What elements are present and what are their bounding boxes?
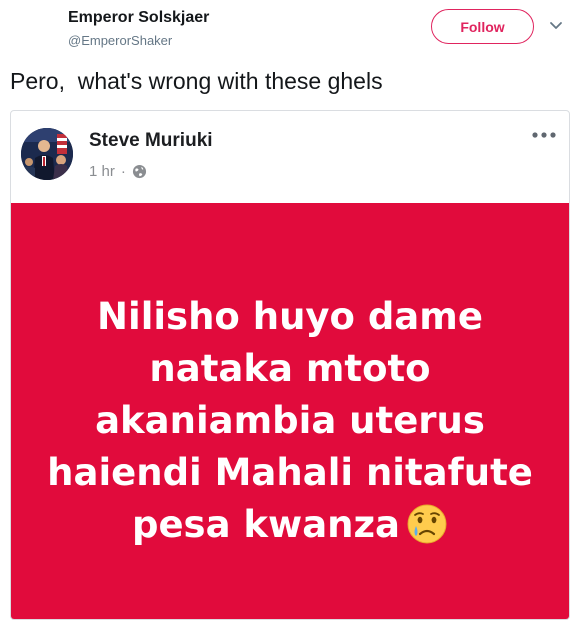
post-line: nataka mtoto: [149, 346, 431, 390]
embedded-facebook-post[interactable]: Steve Muriuki 1 hr · Nilisho huyo dame n…: [10, 110, 570, 620]
post-line: Nilisho huyo dame: [97, 294, 483, 338]
chevron-down-icon[interactable]: [549, 18, 563, 32]
avatar-photo: [21, 128, 73, 180]
post-meta: 1 hr ·: [89, 163, 147, 180]
tweet-text: Pero, what's wrong with these ghels: [10, 68, 383, 94]
post-author-name[interactable]: Steve Muriuki: [89, 130, 213, 152]
tweet-author-handle[interactable]: @EmperorShaker: [68, 33, 172, 48]
post-body-text: Nilisho huyo dame nataka mtoto akaniambi…: [30, 291, 550, 551]
post-line: haiendi Mahali nitafute: [47, 450, 533, 494]
post-background: Nilisho huyo dame nataka mtoto akaniambi…: [11, 203, 569, 619]
globe-icon: [132, 164, 146, 179]
more-options-icon[interactable]: [531, 129, 557, 141]
post-line: pesa kwanza: [131, 502, 401, 546]
tweet-author-name[interactable]: Emperor Solskjaer: [68, 9, 209, 27]
post-line: akaniambia uterus: [95, 398, 485, 442]
follow-button[interactable]: Follow: [431, 9, 534, 44]
crying-face-emoji-icon: [407, 504, 447, 543]
tweet-card: Emperor Solskjaer @EmperorShaker Follow …: [0, 0, 588, 625]
post-line-last: pesa kwanza: [30, 499, 550, 551]
post-timestamp[interactable]: 1 hr: [89, 163, 115, 180]
avatar[interactable]: [21, 128, 73, 180]
meta-separator: ·: [120, 163, 126, 180]
